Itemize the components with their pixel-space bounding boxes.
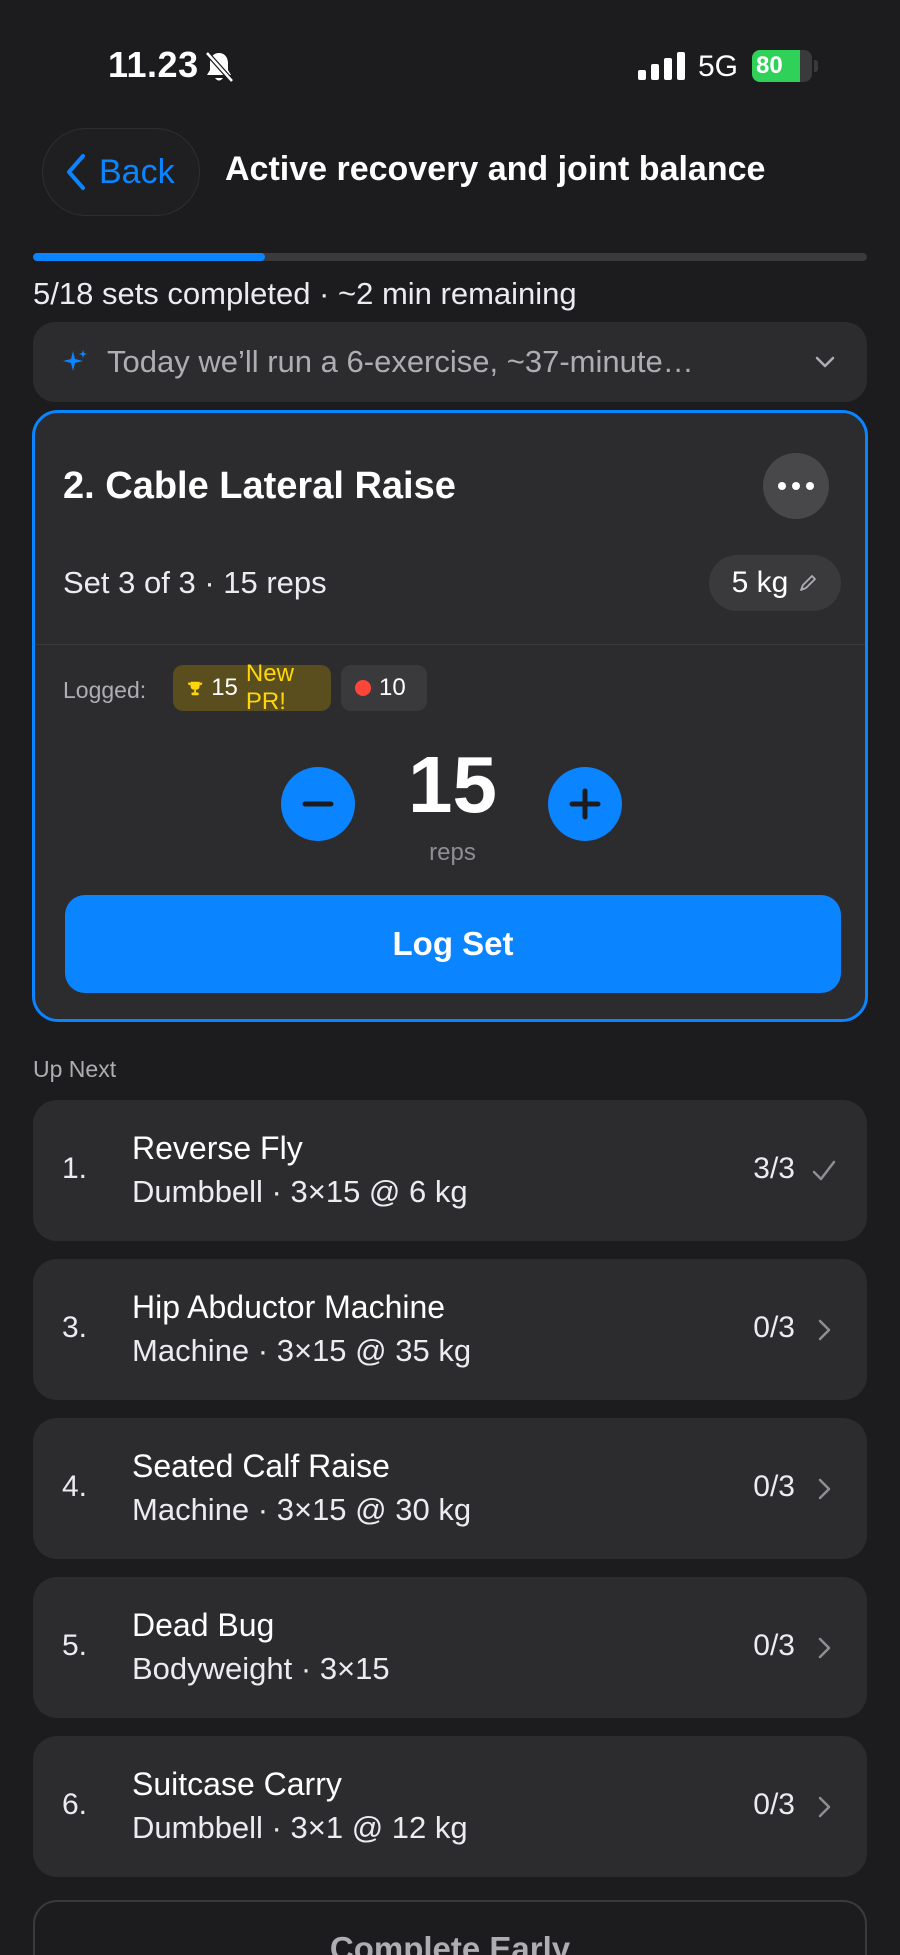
pr-value: 15 <box>211 674 238 701</box>
exercise-name: Seated Calf Raise <box>132 1448 390 1484</box>
page-title: Active recovery and joint balance <box>225 150 766 188</box>
sets-count: 0/3 <box>753 1311 795 1344</box>
chevron-right-icon <box>818 1796 831 1818</box>
logged-set-pr-badge[interactable]: 15 New PR! <box>173 660 331 715</box>
weight-edit-button[interactable]: 5 kg <box>709 555 841 611</box>
bell-muted-icon <box>205 51 234 83</box>
exercise-name: Reverse Fly <box>132 1130 303 1166</box>
status-time: 11.23 <box>108 44 199 85</box>
battery-icon: 80 <box>752 50 818 82</box>
previous-reps-value: 10 <box>379 674 406 701</box>
chevron-left-icon <box>67 154 85 190</box>
exercise-row[interactable]: 5. Dead Bug Bodyweight · 3×15 0/3 <box>33 1577 867 1718</box>
chevron-right-icon <box>818 1637 831 1659</box>
workout-progress-bar <box>33 253 867 261</box>
exercise-index: 1. <box>62 1152 88 1185</box>
status-bar: 11.23 5G 80 <box>0 0 900 110</box>
complete-early-button[interactable]: Complete Early <box>33 1900 867 1955</box>
sets-count: 0/3 <box>753 1629 795 1662</box>
trophy-icon <box>187 681 203 696</box>
exercise-index: 5. <box>62 1629 88 1662</box>
divider <box>35 644 865 645</box>
exercise-detail: Machine · 3×15 @ 35 kg <box>132 1333 472 1368</box>
minus-icon <box>302 801 334 807</box>
chevron-down-icon <box>815 356 835 368</box>
set-info: Set 3 of 3 · 15 reps <box>63 565 327 600</box>
chevron-right-icon <box>818 1478 831 1500</box>
exercise-name: Hip Abductor Machine <box>132 1289 446 1325</box>
network-type: 5G <box>698 50 739 83</box>
weight-value: 5 kg <box>731 566 789 599</box>
workout-progress-fill <box>33 253 265 261</box>
exercise-detail: Dumbbell · 3×1 @ 12 kg <box>132 1810 468 1845</box>
more-options-button[interactable] <box>763 453 829 519</box>
exercise-index: 3. <box>62 1311 88 1344</box>
reps-label: reps <box>429 839 476 866</box>
exercise-detail: Machine · 3×15 @ 30 kg <box>132 1492 472 1527</box>
decrement-reps-button[interactable] <box>281 767 355 841</box>
exercise-detail: Bodyweight · 3×15 <box>132 1651 390 1686</box>
pr-text: New PR! <box>245 660 294 715</box>
summary-text: Today we’ll run a 6-exercise, ~37-minute… <box>107 344 694 379</box>
exercise-row[interactable]: 6. Suitcase Carry Dumbbell · 3×1 @ 12 kg… <box>33 1736 867 1877</box>
progress-text: 5/18 sets completed · ~2 min remaining <box>33 276 577 311</box>
back-button[interactable]: Back <box>42 128 200 216</box>
exercise-row[interactable]: 4. Seated Calf Raise Machine · 3×15 @ 30… <box>33 1418 867 1559</box>
checkmark-icon <box>812 1160 836 1181</box>
exercise-detail: Dumbbell · 3×15 @ 6 kg <box>132 1174 468 1209</box>
exercise-index: 6. <box>62 1788 88 1821</box>
increment-reps-button[interactable] <box>548 767 622 841</box>
active-exercise-card: 2. Cable Lateral Raise Set 3 of 3 · 15 r… <box>32 410 868 1022</box>
logged-label: Logged: <box>63 677 147 703</box>
exercise-index: 4. <box>62 1470 88 1503</box>
exercise-name: Suitcase Carry <box>132 1766 342 1802</box>
sets-count: 0/3 <box>753 1470 795 1503</box>
sparkle-icon <box>63 350 87 371</box>
reps-value: 15 <box>408 740 497 829</box>
exercise-title: 2. Cable Lateral Raise <box>63 465 456 507</box>
ellipsis-icon <box>778 482 786 490</box>
exercise-name: Dead Bug <box>132 1607 275 1643</box>
logged-set-badge[interactable]: 10 <box>341 665 427 711</box>
sets-count: 0/3 <box>753 1788 795 1821</box>
plus-icon <box>569 788 601 820</box>
workout-summary-toggle[interactable]: Today we’ll run a 6-exercise, ~37-minute… <box>33 322 867 402</box>
red-dot-icon <box>355 680 371 696</box>
log-set-button[interactable]: Log Set <box>65 895 841 993</box>
chevron-right-icon <box>818 1319 831 1341</box>
up-next-heading: Up Next <box>33 1056 117 1082</box>
exercise-row[interactable]: 3. Hip Abductor Machine Machine · 3×15 @… <box>33 1259 867 1400</box>
battery-text: 80 <box>756 52 783 79</box>
cellular-signal-icon <box>638 52 685 80</box>
sets-count: 3/3 <box>753 1152 795 1185</box>
back-label: Back <box>99 152 175 191</box>
exercise-row[interactable]: 1. Reverse Fly Dumbbell · 3×15 @ 6 kg 3/… <box>33 1100 867 1241</box>
pencil-icon <box>800 575 817 591</box>
